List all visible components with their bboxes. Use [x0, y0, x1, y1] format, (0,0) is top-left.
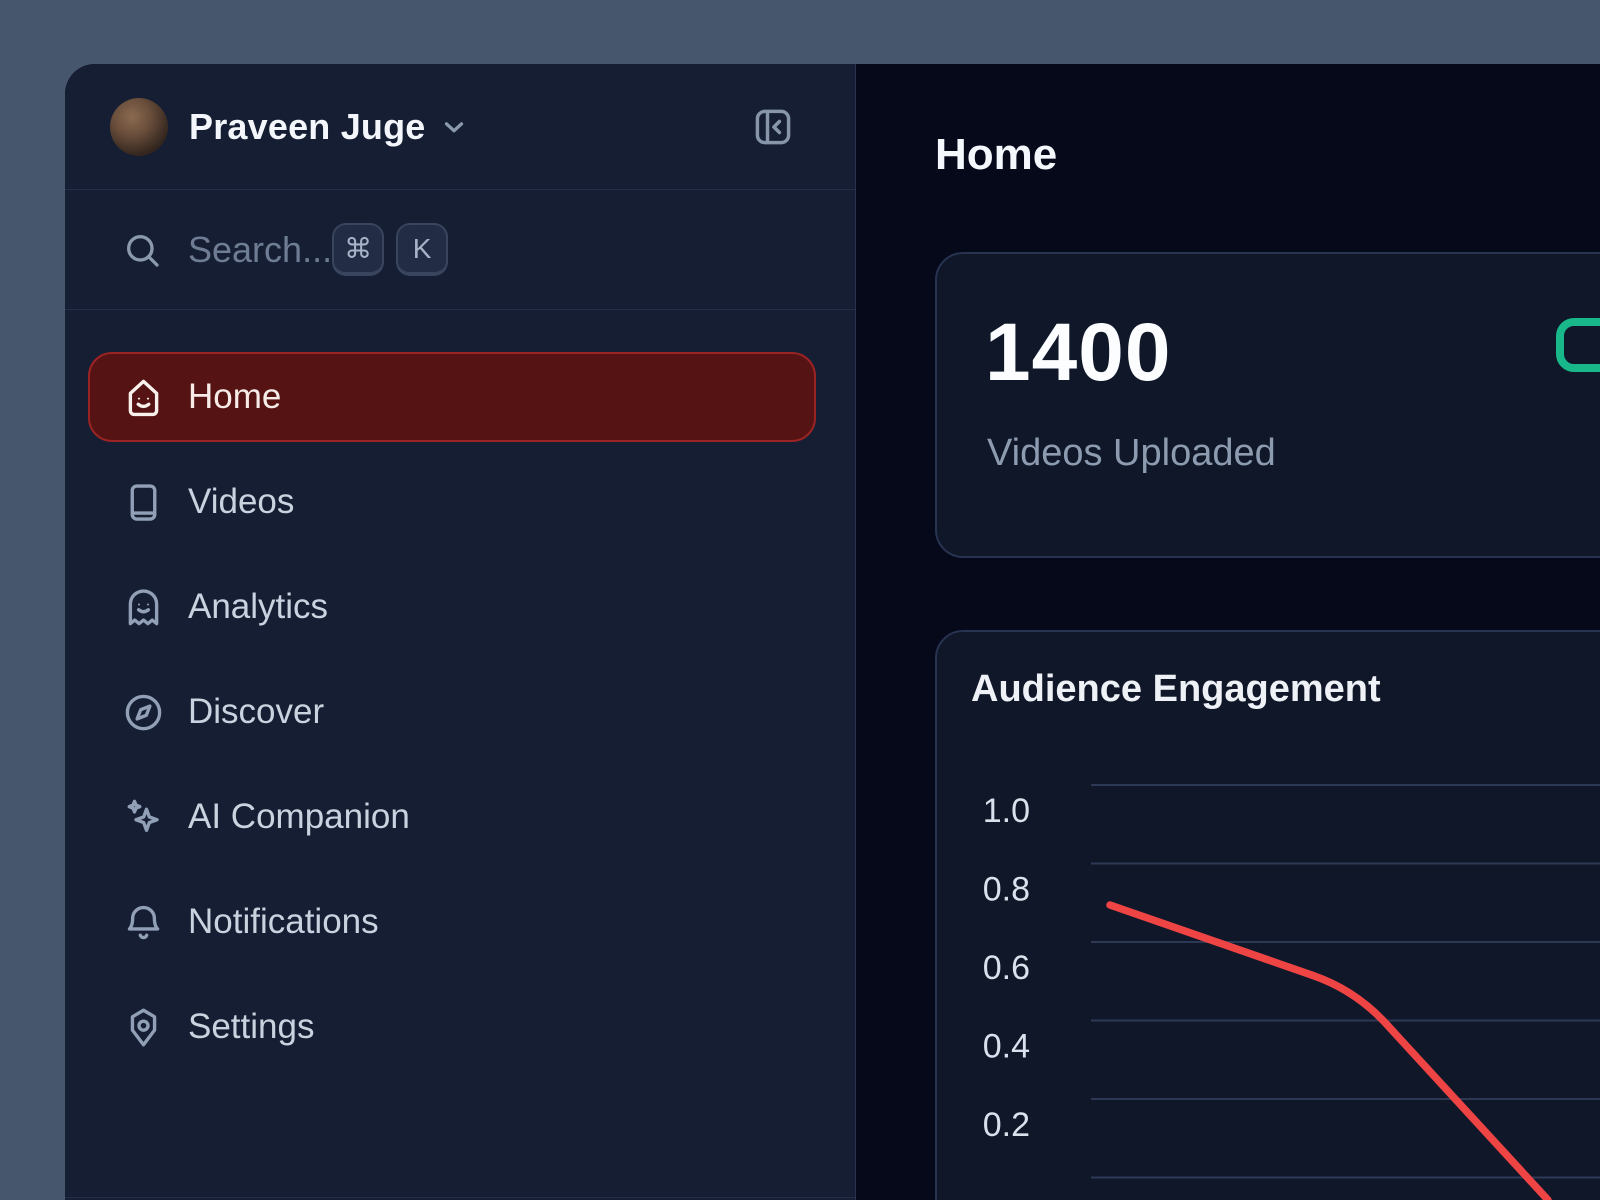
y-axis-tick: 0.8: [983, 870, 1030, 908]
engagement-chart: 1.0 0.8 0.6 0.4 0.2: [935, 630, 1600, 1200]
stat-value: 1400: [985, 306, 1171, 400]
avatar: [110, 98, 168, 156]
user-name: Praveen Juge: [189, 106, 426, 148]
sidebar-item-home[interactable]: Home: [88, 352, 816, 442]
compass-icon: [121, 690, 166, 735]
sidebar-item-label: Settings: [188, 1007, 314, 1047]
stat-card-videos-uploaded: 1400 Videos Uploaded: [935, 252, 1600, 558]
app-window: Praveen Juge Search... ⌘ K: [65, 64, 1600, 1200]
sidebar-item-settings[interactable]: Settings: [88, 982, 816, 1072]
collapse-sidebar-button[interactable]: [749, 103, 797, 151]
chevron-down-icon: [439, 112, 469, 142]
bell-icon: [121, 900, 166, 945]
y-axis-tick: 0.6: [983, 949, 1030, 987]
y-axis-tick: 0.2: [983, 1106, 1030, 1144]
sidebar-item-notifications[interactable]: Notifications: [88, 877, 816, 967]
sidebar-item-discover[interactable]: Discover: [88, 667, 816, 757]
kbd-command-badge: ⌘: [332, 223, 384, 276]
panel-left-close-icon: [751, 105, 795, 149]
green-rounded-badge-icon: [1556, 318, 1600, 372]
y-axis-tick: 0.4: [983, 1027, 1030, 1065]
sparkles-icon: [121, 795, 166, 840]
sidebar: Praveen Juge Search... ⌘ K: [65, 64, 856, 1200]
search-input[interactable]: Search... ⌘ K: [65, 190, 855, 310]
sidebar-nav: Home Videos Analytics Discover: [88, 310, 816, 1087]
chart-card-audience-engagement: Audience Engagement 1.00.80.60.40.2: [935, 630, 1600, 1200]
sidebar-item-ai-companion[interactable]: AI Companion: [88, 772, 816, 862]
y-axis-tick: 1.0: [983, 792, 1030, 830]
kbd-k-badge: K: [396, 223, 448, 276]
search-icon: [122, 230, 162, 270]
desktop: { "sidebar": { "user": { "name": "Pravee…: [0, 0, 1600, 1200]
search-placeholder: Search...: [188, 229, 332, 271]
sidebar-item-analytics[interactable]: Analytics: [88, 562, 816, 652]
stat-label: Videos Uploaded: [987, 432, 1276, 475]
main-content: Home 1400 Videos Uploaded Audience Engag…: [857, 64, 1600, 1200]
sidebar-item-label: Discover: [188, 692, 324, 732]
user-menu[interactable]: Praveen Juge: [65, 64, 855, 190]
page-title: Home: [935, 130, 1057, 180]
ghost-icon: [121, 585, 166, 630]
sidebar-item-label: Notifications: [188, 902, 379, 942]
sidebar-item-label: Videos: [188, 482, 294, 522]
sidebar-item-videos[interactable]: Videos: [88, 457, 816, 547]
sidebar-item-label: Home: [188, 377, 281, 417]
book-icon: [121, 480, 166, 525]
nut-icon: [121, 1005, 166, 1050]
home-smile-icon: [121, 375, 166, 420]
sidebar-footer-divider: [65, 1197, 855, 1198]
sidebar-item-label: Analytics: [188, 587, 328, 627]
engagement-line: [1110, 905, 1548, 1200]
sidebar-item-label: AI Companion: [188, 797, 410, 837]
